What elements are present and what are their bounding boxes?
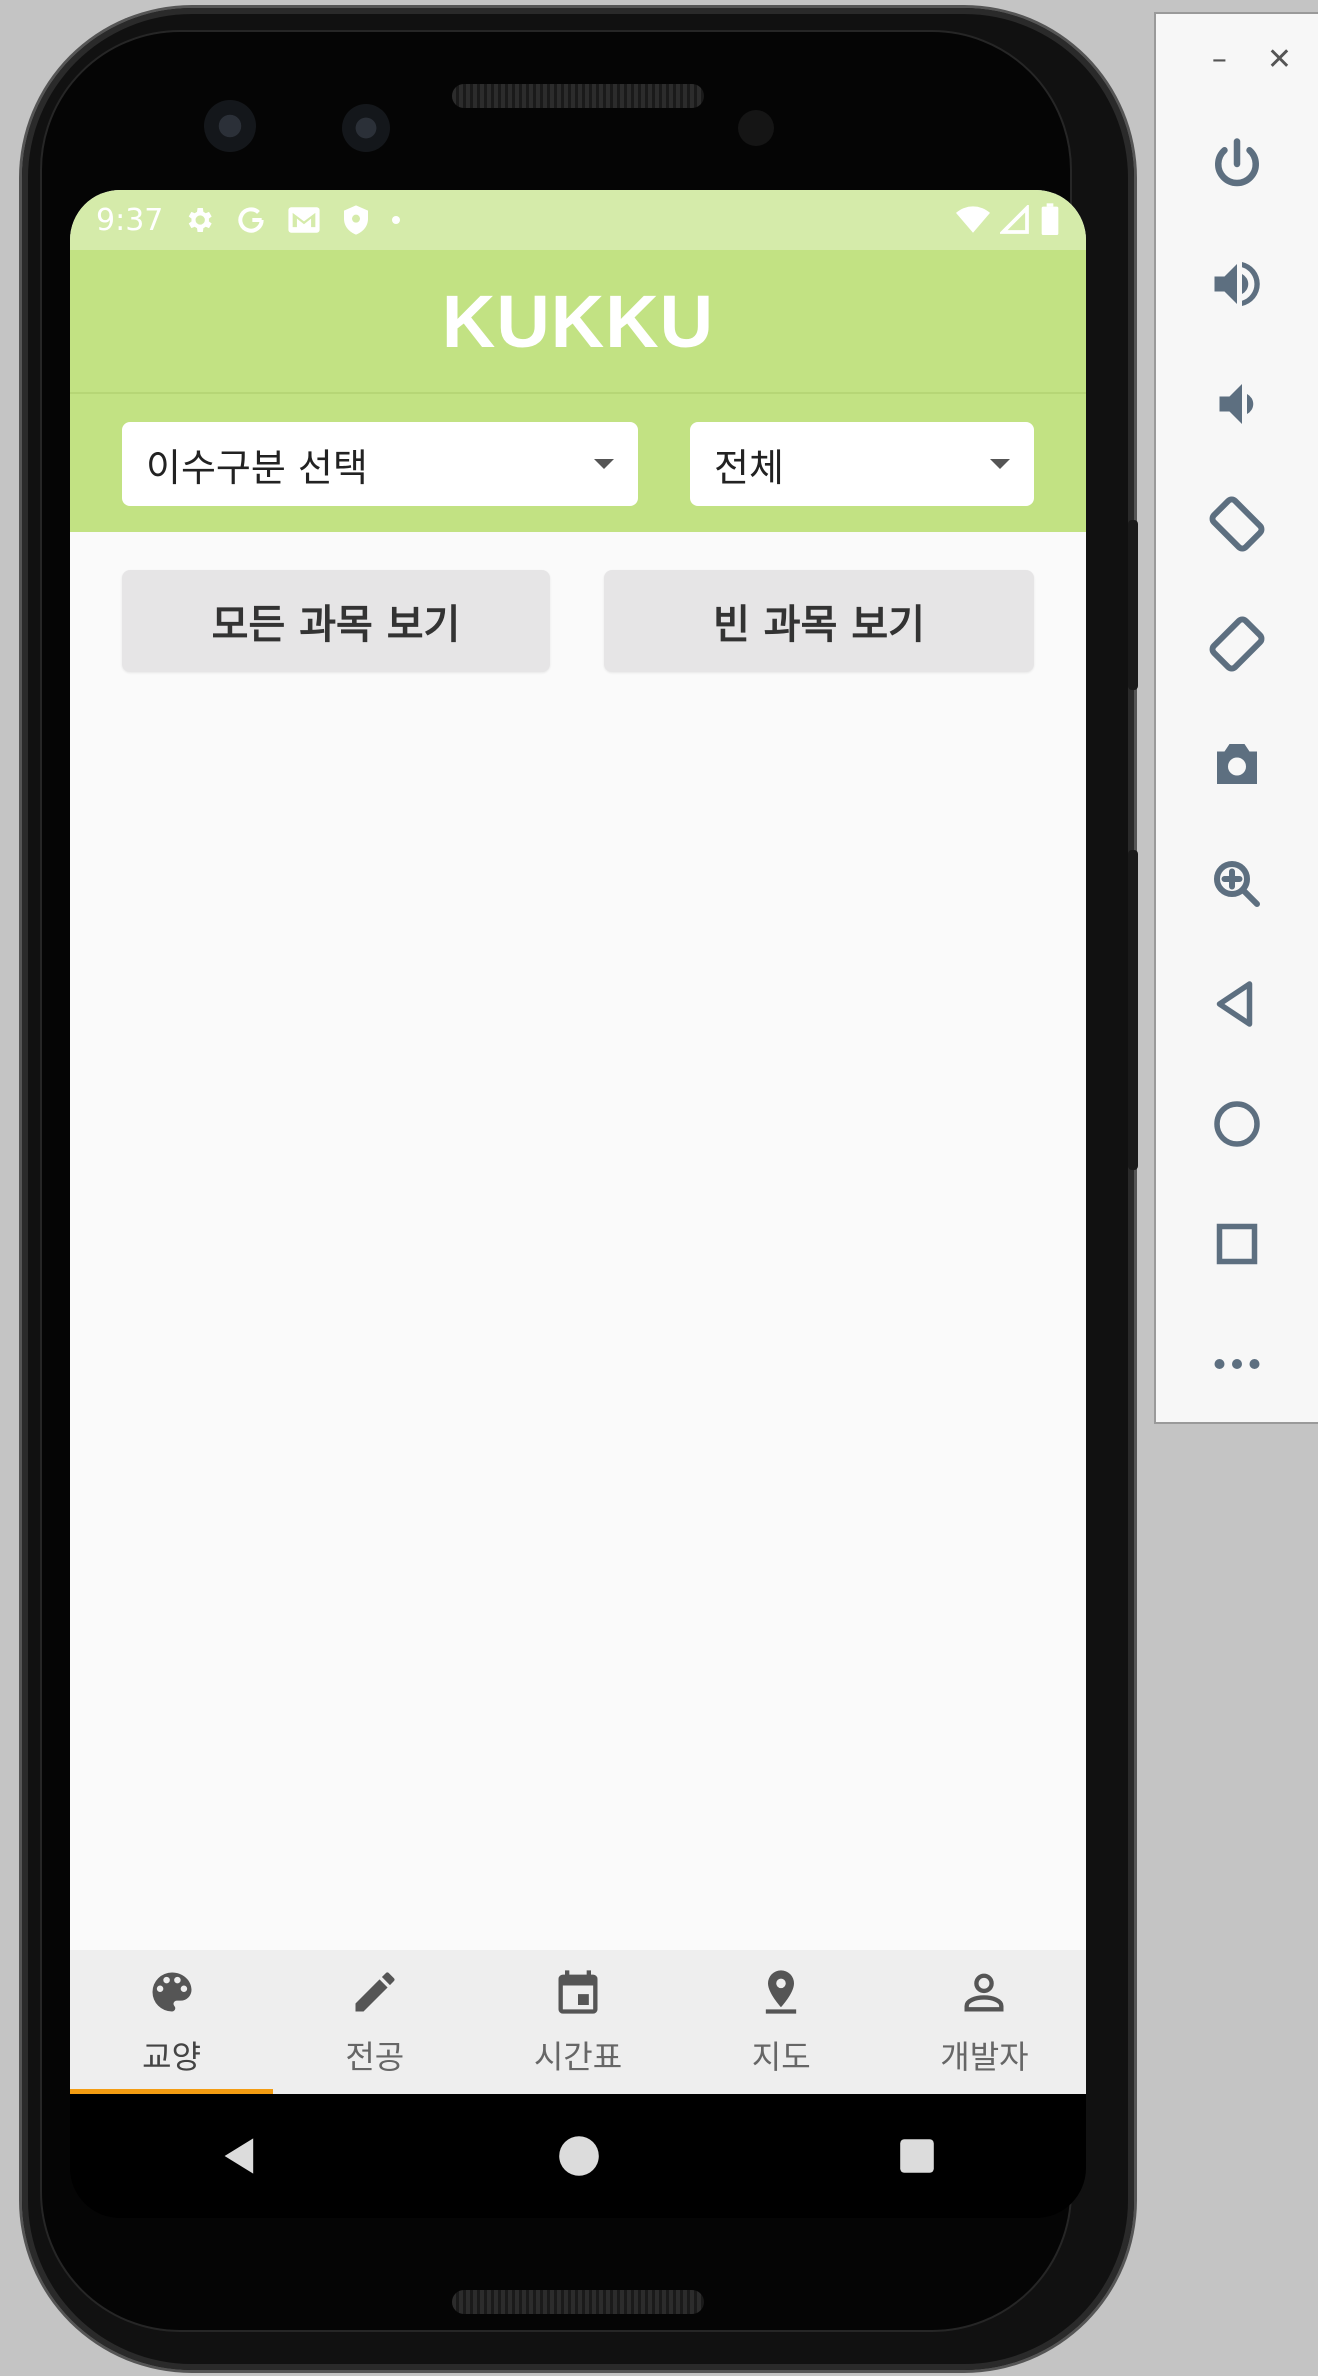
volume-down-button[interactable] <box>1156 344 1318 464</box>
empty-courses-button[interactable]: 빈 과목 보기 <box>604 570 1034 672</box>
calendar-icon <box>558 1970 598 2014</box>
map-pin-icon <box>766 1970 797 2014</box>
screenshot-button[interactable] <box>1156 704 1318 824</box>
front-camera-icon <box>204 100 256 152</box>
nav-label: 전공 <box>345 2038 405 2076</box>
pencil-icon <box>355 1972 395 2012</box>
rotate-left-icon <box>1209 496 1265 552</box>
earpiece-speaker <box>452 84 704 108</box>
window-controls: – ✕ <box>1156 14 1318 104</box>
phone-power-button <box>1128 520 1138 690</box>
more-tool-button[interactable] <box>1156 1304 1318 1424</box>
scope-dropdown[interactable]: 전체 <box>690 422 1034 506</box>
nav-item-liberal-arts[interactable]: 교양 <box>70 1950 274 2094</box>
nav-label: 시간표 <box>533 2038 623 2076</box>
filter-bar: 이수구분 선택 전체 <box>70 394 1086 532</box>
power-button[interactable] <box>1156 104 1318 224</box>
emulator-toolbar: – ✕ <box>1154 12 1318 1424</box>
back-icon <box>1216 981 1253 1027</box>
signal-icon <box>1000 205 1029 234</box>
minimize-icon[interactable]: – <box>1212 42 1227 77</box>
status-time: 9:37 <box>96 202 164 238</box>
proximity-sensor-icon <box>738 110 774 146</box>
volume-up-button[interactable] <box>1156 224 1318 344</box>
camera-icon <box>1217 744 1257 784</box>
home-icon[interactable] <box>557 2134 601 2178</box>
volume-down-icon <box>1219 384 1254 424</box>
gear-icon <box>189 208 213 232</box>
home-icon <box>1214 1101 1260 1147</box>
nav-item-timetable[interactable]: 시간표 <box>476 1950 679 2094</box>
nav-item-major[interactable]: 전공 <box>273 1950 476 2094</box>
app-bar: KUKKU <box>70 250 1086 394</box>
palette-icon <box>152 1972 192 2012</box>
google-g-icon <box>238 207 265 233</box>
rotate-left-button[interactable] <box>1156 464 1318 584</box>
bottom-navigation: 교양 전공 시간표 지도 개발자 <box>70 1950 1086 2094</box>
power-icon <box>1215 138 1259 187</box>
back-tool-button[interactable] <box>1156 944 1318 1064</box>
front-sensor-icon <box>342 104 390 152</box>
nav-item-map[interactable]: 지도 <box>680 1950 883 2094</box>
gmail-icon <box>288 207 320 233</box>
rotate-right-icon <box>1209 616 1265 672</box>
nav-item-developer[interactable]: 개발자 <box>883 1950 1086 2094</box>
overview-tool-button[interactable] <box>1156 1184 1318 1304</box>
nav-label: 교양 <box>142 2038 202 2076</box>
all-courses-button[interactable]: 모든 과목 보기 <box>122 570 550 672</box>
zoom-icon <box>1214 861 1260 907</box>
overview-icon <box>1216 1223 1258 1265</box>
dropdown-arrow-icon <box>594 459 614 469</box>
category-dropdown-value: 이수구분 선택 <box>146 445 368 490</box>
close-icon[interactable]: ✕ <box>1267 42 1292 77</box>
dropdown-arrow-icon <box>990 459 1010 469</box>
person-icon <box>964 1973 1004 2012</box>
nav-label: 지도 <box>751 2038 811 2076</box>
rotate-right-button[interactable] <box>1156 584 1318 704</box>
bottom-speaker <box>452 2290 704 2314</box>
app-screen: 9:37 KUKKU 이수구분 선택 전체 모든 과목 보기 빈 과목 보기 교… <box>70 190 1086 2094</box>
wifi-icon <box>956 206 990 233</box>
zoom-button[interactable] <box>1156 824 1318 944</box>
home-tool-button[interactable] <box>1156 1064 1318 1184</box>
scope-dropdown-value: 전체 <box>714 445 784 490</box>
phone-volume-button <box>1128 850 1138 1170</box>
volume-up-icon <box>1214 262 1260 306</box>
status-bar: 9:37 <box>70 190 1086 250</box>
battery-icon <box>1041 203 1059 235</box>
more-icon <box>1214 1359 1260 1369</box>
app-title: KUKKU <box>441 279 715 363</box>
shield-icon <box>344 205 369 235</box>
system-navigation-bar <box>70 2094 1086 2218</box>
category-dropdown[interactable]: 이수구분 선택 <box>122 422 638 506</box>
back-icon[interactable] <box>218 2134 262 2178</box>
dot-icon <box>392 216 401 224</box>
recents-icon[interactable] <box>896 2135 938 2177</box>
nav-label: 개발자 <box>940 2038 1029 2076</box>
